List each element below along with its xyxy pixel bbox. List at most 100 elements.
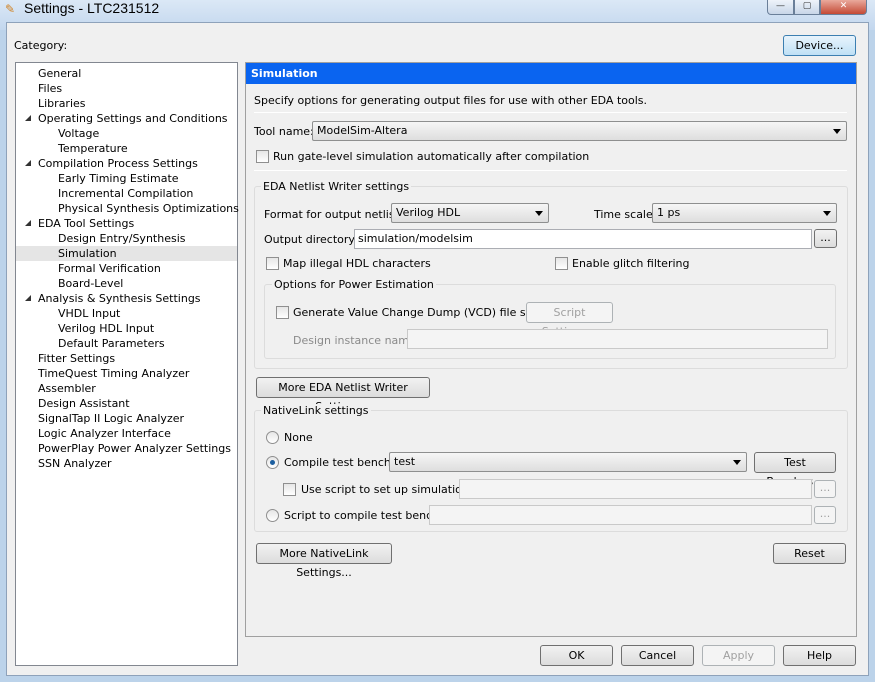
instance-name-input[interactable] <box>407 329 828 349</box>
tree-item[interactable]: TimeQuest Timing Analyzer <box>16 366 237 381</box>
tree-item[interactable]: Operating Settings and Conditions <box>16 111 237 126</box>
compile-test-bench-radio[interactable] <box>266 456 279 469</box>
divider <box>254 112 847 113</box>
minimize-button[interactable]: — <box>767 0 794 15</box>
tree-item-label: Fitter Settings <box>38 352 116 365</box>
close-button[interactable]: ✕ <box>820 0 867 15</box>
tree-item-label: Temperature <box>58 142 128 155</box>
tree-item[interactable]: Verilog HDL Input <box>16 321 237 336</box>
tree-item[interactable]: PowerPlay Power Analyzer Settings <box>16 441 237 456</box>
tree-item[interactable]: Files <box>16 81 237 96</box>
tree-item[interactable]: Formal Verification <box>16 261 237 276</box>
script-settings-button[interactable]: Script Settings... <box>526 302 613 338</box>
more-nativelink-settings-button[interactable]: More NativeLink Settings... <box>256 543 392 579</box>
glitch-filtering-label: Enable glitch filtering <box>572 257 690 270</box>
tree-item-label: Operating Settings and Conditions <box>38 112 228 125</box>
instance-name-label: Design instance name: <box>293 334 420 347</box>
netlist-group-label: EDA Netlist Writer settings <box>261 180 412 193</box>
use-script-input[interactable] <box>459 479 812 499</box>
output-directory-label: Output directory: <box>264 233 358 246</box>
settings-panel: Simulation Specify options for generatin… <box>245 62 857 637</box>
tree-item[interactable]: Temperature <box>16 141 237 156</box>
script-compile-radio[interactable] <box>266 509 279 522</box>
test-benches-button[interactable]: Test Benches... <box>754 452 836 488</box>
ok-button[interactable]: OK <box>540 645 613 666</box>
tree-item[interactable]: EDA Tool Settings <box>16 216 237 231</box>
output-directory-browse-button[interactable]: ... <box>814 229 837 248</box>
tree-item[interactable]: Logic Analyzer Interface <box>16 426 237 441</box>
vcd-checkbox[interactable] <box>276 306 289 319</box>
script-compile-browse-button[interactable]: ... <box>814 506 836 524</box>
tree-item-label: Board-Level <box>58 277 124 290</box>
tool-name-dropdown[interactable]: ModelSim-Altera <box>312 121 847 141</box>
tree-item-label: Files <box>38 82 63 95</box>
expand-arrow-icon[interactable] <box>25 160 31 166</box>
tree-item[interactable]: Early Timing Estimate <box>16 171 237 186</box>
category-label: Category: <box>14 39 68 52</box>
tree-item[interactable]: SSN Analyzer <box>16 456 237 471</box>
use-script-checkbox[interactable] <box>283 483 296 496</box>
more-netlist-settings-button[interactable]: More EDA Netlist Writer Settings... <box>256 377 430 413</box>
panel-description: Specify options for generating output fi… <box>254 94 648 107</box>
use-script-browse-button[interactable]: ... <box>814 480 836 498</box>
cancel-button[interactable]: Cancel <box>621 645 694 666</box>
tree-item[interactable]: Compilation Process Settings <box>16 156 237 171</box>
tree-item[interactable]: Board-Level <box>16 276 237 291</box>
compile-test-bench-label: Compile test bench: <box>284 456 395 469</box>
glitch-filtering-checkbox[interactable] <box>555 257 568 270</box>
tree-item[interactable]: Design Assistant <box>16 396 237 411</box>
none-radio[interactable] <box>266 431 279 444</box>
tree-item[interactable]: Simulation <box>16 246 237 261</box>
test-bench-value: test <box>394 455 416 468</box>
tree-item[interactable]: Voltage <box>16 126 237 141</box>
output-directory-input[interactable]: simulation/modelsim <box>354 229 812 249</box>
reset-button[interactable]: Reset <box>773 543 846 564</box>
tree-item-label: Voltage <box>58 127 100 140</box>
expand-arrow-icon[interactable] <box>25 115 31 121</box>
tree-item-label: Design Assistant <box>38 397 130 410</box>
tree-item-label: PowerPlay Power Analyzer Settings <box>38 442 231 455</box>
category-tree[interactable]: General Files Libraries Operating Settings … <box>15 62 239 666</box>
chevron-down-icon <box>823 211 831 216</box>
script-compile-label: Script to compile test bench: <box>284 509 443 522</box>
chevron-down-icon <box>833 129 841 134</box>
tool-name-value: ModelSim-Altera <box>317 124 408 137</box>
tree-item[interactable]: Default Parameters <box>16 336 237 351</box>
tree-item-label: Verilog HDL Input <box>58 322 155 335</box>
tool-name-label: Tool name: <box>254 125 314 138</box>
run-gate-level-checkbox[interactable] <box>256 150 269 163</box>
expand-arrow-icon[interactable] <box>25 295 31 301</box>
device-button[interactable]: Device... <box>783 35 856 56</box>
apply-button[interactable]: Apply <box>702 645 775 666</box>
map-illegal-checkbox[interactable] <box>266 257 279 270</box>
tree-item[interactable]: Fitter Settings <box>16 351 237 366</box>
tree-item[interactable]: Assembler <box>16 381 237 396</box>
tree-item[interactable]: SignalTap II Logic Analyzer <box>16 411 237 426</box>
format-value: Verilog HDL <box>396 206 461 219</box>
tree-item[interactable]: VHDL Input <box>16 306 237 321</box>
tree-item[interactable]: Libraries <box>16 96 237 111</box>
tree-item-label: VHDL Input <box>58 307 121 320</box>
help-button[interactable]: Help <box>783 645 856 666</box>
run-gate-level-label: Run gate-level simulation automatically … <box>273 150 590 163</box>
divider <box>254 170 847 171</box>
tree-item[interactable]: General <box>16 66 237 81</box>
pencil-icon: ✎ <box>5 2 16 16</box>
tree-item[interactable]: Design Entry/Synthesis <box>16 231 237 246</box>
test-bench-dropdown[interactable]: test <box>389 452 747 472</box>
panel-title: Simulation <box>246 63 856 84</box>
tree-item-label: Simulation <box>58 247 117 260</box>
tree-item[interactable]: Physical Synthesis Optimizations <box>16 201 239 216</box>
tree-item[interactable]: Incremental Compilation <box>16 186 237 201</box>
power-group-label: Options for Power Estimation <box>272 278 436 291</box>
expand-arrow-icon[interactable] <box>25 220 31 226</box>
timescale-dropdown[interactable]: 1 ps <box>652 203 837 223</box>
tree-item-label: Logic Analyzer Interface <box>38 427 171 440</box>
format-dropdown[interactable]: Verilog HDL <box>391 203 549 223</box>
script-compile-input[interactable] <box>429 505 812 525</box>
tree-item-label: SignalTap II Logic Analyzer <box>38 412 185 425</box>
tree-item[interactable]: Analysis & Synthesis Settings <box>16 291 237 306</box>
maximize-button[interactable]: ▢ <box>794 0 820 15</box>
tree-item-label: TimeQuest Timing Analyzer <box>38 367 190 380</box>
tree-item-label: Formal Verification <box>58 262 161 275</box>
